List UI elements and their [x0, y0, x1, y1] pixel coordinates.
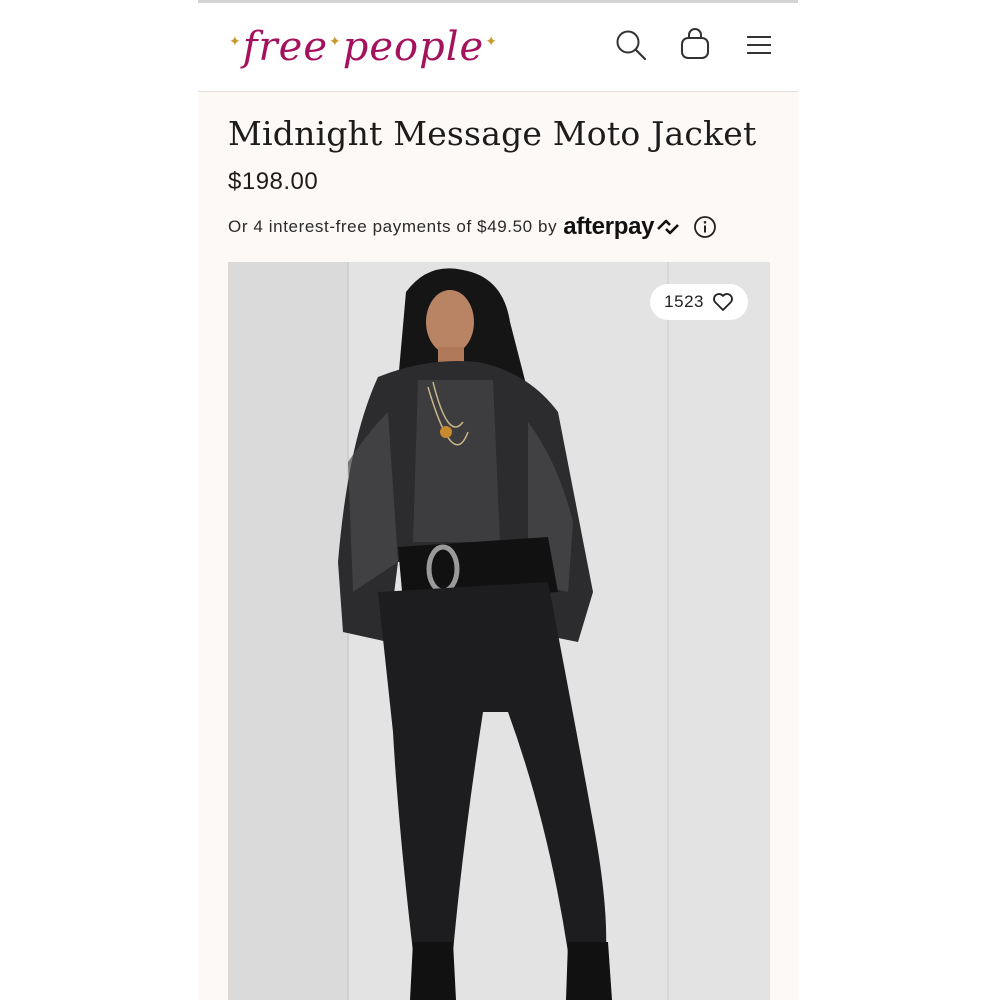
afterpay-logo: afterpay [563, 213, 681, 241]
search-icon [616, 30, 647, 61]
installments-text: Or 4 interest-free payments of $49.50 by [228, 217, 558, 236]
search-button[interactable] [613, 27, 649, 63]
afterpay-arrows-icon [657, 219, 680, 235]
hamburger-menu-icon [747, 36, 771, 54]
menu-button[interactable] [741, 27, 777, 63]
product-image[interactable]: 1523 [228, 262, 770, 1000]
shopping-bag-button[interactable] [677, 27, 713, 63]
product-title: Midnight Message Moto Jacket [228, 114, 757, 153]
product-price: $198.00 [228, 168, 319, 195]
info-icon [694, 216, 717, 238]
site-header: ✦free✦people✦ [198, 3, 798, 92]
afterpay-message: Or 4 interest-free payments of $49.50 by… [228, 212, 788, 242]
like-count: 1523 [664, 292, 704, 311]
favorite-button[interactable]: 1523 [650, 284, 748, 320]
free-people-logo[interactable]: ✦free✦people✦ [228, 17, 499, 77]
shopping-bag-icon [681, 28, 709, 59]
info-button[interactable] [693, 215, 717, 239]
mobile-page: ✦free✦people✦ Midnight Message Moto Jack… [198, 0, 798, 1000]
heart-icon [712, 292, 734, 312]
model-photo [228, 262, 770, 1000]
